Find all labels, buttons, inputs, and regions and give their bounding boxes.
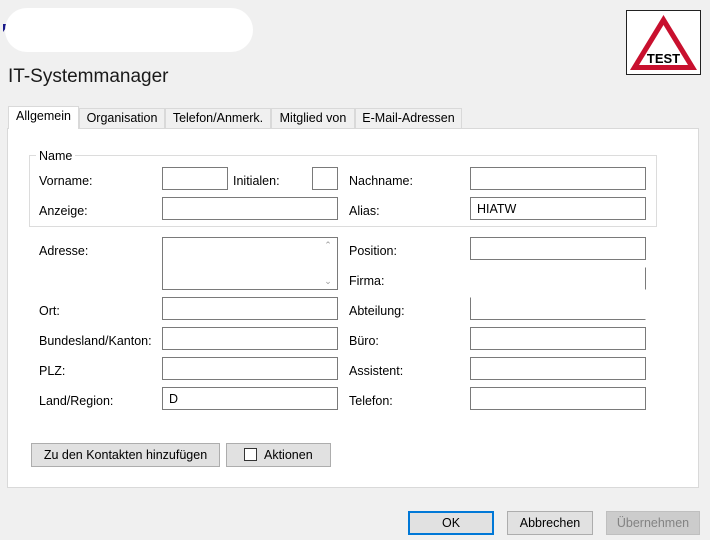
zip-field[interactable] bbox=[162, 357, 338, 380]
scroll-down-icon[interactable]: ⌄ bbox=[324, 276, 332, 287]
state-label: Bundesland/Kanton: bbox=[39, 334, 152, 348]
actions-label: Aktionen bbox=[264, 448, 313, 462]
window-title: IT-Systemmanager bbox=[8, 66, 169, 87]
phone-field[interactable] bbox=[470, 387, 646, 410]
ok-button[interactable]: OK bbox=[408, 511, 494, 535]
badge-text: TEST bbox=[647, 51, 680, 66]
display-name-field[interactable] bbox=[162, 197, 338, 220]
city-field[interactable] bbox=[162, 297, 338, 320]
zip-label: PLZ: bbox=[39, 364, 66, 378]
country-label: Land/Region: bbox=[39, 394, 114, 408]
department-field[interactable] bbox=[470, 297, 646, 320]
tab-allgemein[interactable]: Allgemein bbox=[8, 106, 79, 129]
address-textarea[interactable]: ⌃ ⌄ bbox=[162, 237, 338, 290]
tab-email-adressen[interactable]: E-Mail-Adressen bbox=[355, 108, 462, 128]
add-to-contacts-button[interactable]: Zu den Kontakten hinzufügen bbox=[31, 443, 220, 467]
country-value: D bbox=[169, 392, 179, 406]
state-field[interactable] bbox=[162, 327, 338, 350]
city-label: Ort: bbox=[39, 304, 60, 318]
first-name-label: Vorname: bbox=[39, 174, 93, 188]
office-label: Büro: bbox=[349, 334, 379, 348]
first-name-field[interactable] bbox=[162, 167, 228, 190]
tab-bar: Allgemein Organisation Telefon/Anmerk. M… bbox=[8, 106, 708, 129]
company-field[interactable] bbox=[470, 267, 646, 290]
company-label: Firma: bbox=[349, 274, 385, 288]
tab-organisation[interactable]: Organisation bbox=[79, 108, 165, 128]
warning-triangle-icon: TEST bbox=[630, 15, 697, 70]
scroll-up-icon[interactable]: ⌃ bbox=[324, 240, 332, 251]
redacted-area bbox=[5, 8, 253, 52]
initials-field[interactable] bbox=[312, 167, 338, 190]
country-field[interactable]: D bbox=[162, 387, 338, 410]
last-name-label: Nachname: bbox=[349, 174, 413, 188]
assistant-field[interactable] bbox=[470, 357, 646, 380]
department-label: Abteilung: bbox=[349, 304, 405, 318]
alias-value: HIATW bbox=[477, 202, 517, 216]
initials-label: Initialen: bbox=[233, 174, 280, 188]
apply-button[interactable]: Übernehmen bbox=[606, 511, 700, 535]
position-label: Position: bbox=[349, 244, 397, 258]
last-name-field[interactable] bbox=[470, 167, 646, 190]
tab-telefon-anmerk[interactable]: Telefon/Anmerk. bbox=[165, 108, 271, 128]
tab-mitglied-von[interactable]: Mitglied von bbox=[271, 108, 355, 128]
actions-button[interactable]: Aktionen bbox=[226, 443, 331, 467]
name-group-legend: Name bbox=[36, 149, 76, 163]
address-scrollbar[interactable]: ⌃ ⌄ bbox=[319, 238, 337, 289]
alias-label: Alias: bbox=[349, 204, 380, 218]
actions-checkbox[interactable] bbox=[244, 448, 257, 461]
address-label: Adresse: bbox=[39, 244, 89, 258]
assistant-label: Assistent: bbox=[349, 364, 404, 378]
cancel-button[interactable]: Abbrechen bbox=[507, 511, 593, 535]
position-field[interactable] bbox=[470, 237, 646, 260]
office-field[interactable] bbox=[470, 327, 646, 350]
test-badge-logo: TEST bbox=[626, 10, 701, 75]
alias-field[interactable]: HIATW bbox=[470, 197, 646, 220]
phone-label: Telefon: bbox=[349, 394, 393, 408]
display-name-label: Anzeige: bbox=[39, 204, 88, 218]
